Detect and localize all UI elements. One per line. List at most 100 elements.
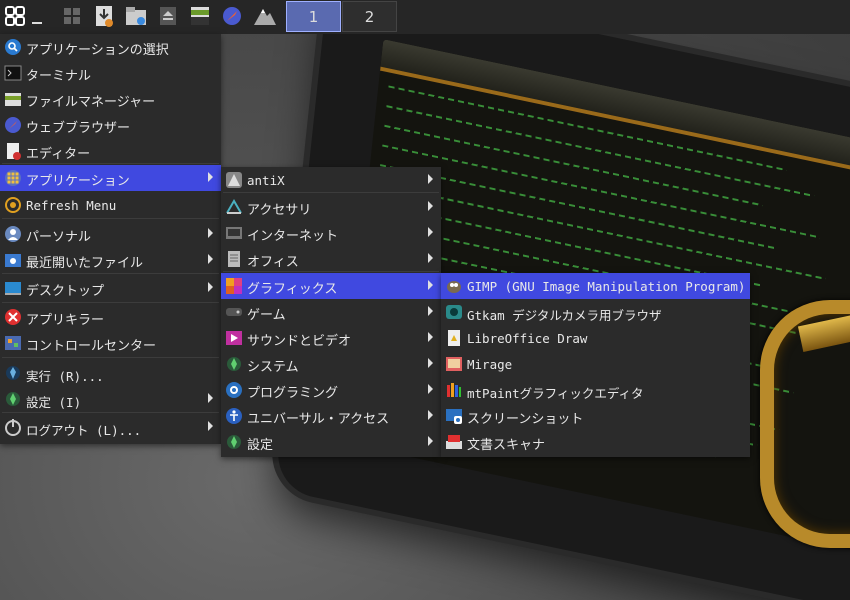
- desktop-1-button[interactable]: 1: [286, 1, 341, 32]
- logout-icon: [4, 418, 22, 436]
- desktop-icon: [4, 279, 22, 297]
- minimize-icon[interactable]: [30, 2, 44, 30]
- apps-menu-item-label: ゲーム: [247, 308, 286, 323]
- chevron-right-icon: [428, 280, 433, 290]
- app-killer-icon: [4, 308, 22, 326]
- chevron-right-icon: [208, 254, 213, 264]
- show-desktop-icon[interactable]: [60, 2, 84, 30]
- desktop-2-button[interactable]: 2: [342, 1, 397, 32]
- apps-menu-item-1[interactable]: antiX: [221, 167, 441, 193]
- main-menu-item-12[interactable]: コントロールセンター: [0, 330, 221, 356]
- apps-menu-item-label: グラフィックス: [247, 282, 338, 297]
- main-menu-item-9[interactable]: 最近開いたファイル: [0, 247, 221, 273]
- run-icon: [4, 364, 22, 382]
- chevron-right-icon: [428, 358, 433, 368]
- scanner-icon: [445, 433, 463, 451]
- menu-icon[interactable]: [2, 2, 28, 30]
- graphics-icon: [225, 277, 243, 295]
- main-menu-item-11[interactable]: アプリキラー: [0, 304, 221, 330]
- main-menu-item-13[interactable]: 実行 (R)...: [0, 360, 221, 386]
- apps-menu-item-label: オフィス: [247, 255, 299, 270]
- graphics-menu-item-label: mtPaintグラフィックエディタ: [467, 386, 644, 401]
- graphics-menu-item-label: LibreOffice Draw: [467, 331, 588, 346]
- menu-separator: [2, 163, 219, 164]
- refresh-icon: [4, 196, 22, 214]
- main-menu-item-label: 実行 (R)...: [26, 369, 104, 384]
- terminal-icon[interactable]: [188, 2, 212, 30]
- file-manager-icon[interactable]: [124, 2, 148, 30]
- menu-separator: [223, 192, 439, 193]
- image-viewer-icon: [445, 355, 463, 373]
- accessories-icon: [225, 198, 243, 216]
- settings-icon: [225, 433, 243, 451]
- apps-menu-item-10[interactable]: ユニバーサル・アクセス: [221, 403, 441, 429]
- menu-separator: [223, 271, 439, 272]
- chevron-right-icon: [428, 332, 433, 342]
- download-icon[interactable]: [92, 2, 116, 30]
- terminal-icon: [4, 64, 22, 82]
- main-menu-item-7[interactable]: Refresh Menu: [0, 192, 221, 218]
- apps-menu-item-2[interactable]: アクセサリ: [221, 194, 441, 220]
- apps-menu-item-9[interactable]: プログラミング: [221, 377, 441, 403]
- main-menu-item-label: ファイルマネージャー: [26, 95, 156, 110]
- apps-menu-item-label: システム: [247, 360, 299, 375]
- libreoffice-draw-icon: [445, 329, 463, 347]
- main-menu-item-label: 設定 (I): [26, 395, 82, 410]
- main-menu-item-label: ウェブブラウザー: [26, 121, 131, 136]
- apps-menu-item-6[interactable]: ゲーム: [221, 299, 441, 325]
- control-center-icon: [4, 334, 22, 352]
- apps-menu-item-label: antiX: [247, 173, 285, 188]
- graphics-menu-item-4[interactable]: Mirage: [441, 351, 750, 377]
- apps-menu-item-3[interactable]: インターネット: [221, 220, 441, 246]
- graphics-menu-item-2[interactable]: Gtkam デジタルカメラ用ブラウザ: [441, 299, 750, 325]
- applications-submenu: antiX アクセサリインターネットオフィスグラフィックス ゲームサウンドとビデオシ…: [221, 167, 441, 457]
- apps-menu-item-7[interactable]: サウンドとビデオ: [221, 325, 441, 351]
- apps-menu-item-label: ユニバーサル・アクセス: [247, 412, 390, 427]
- graphics-menu-item-1[interactable]: GIMP (GNU Image Manipulation Program): [441, 273, 750, 299]
- main-menu-item-1[interactable]: アプリケーションの選択: [0, 34, 221, 60]
- search-icon: [4, 38, 22, 56]
- accessibility-icon: [225, 407, 243, 425]
- main-menu-item-5[interactable]: エディター: [0, 138, 221, 164]
- main-menu-item-3[interactable]: ファイルマネージャー: [0, 86, 221, 112]
- main-menu-item-6[interactable]: アプリケーション: [0, 165, 221, 191]
- main-menu-item-label: デスクトップ: [26, 284, 105, 299]
- internet-icon: [225, 224, 243, 242]
- mountain-icon[interactable]: [252, 2, 278, 30]
- apps-menu-item-label: アクセサリ: [247, 203, 312, 218]
- apps-menu-item-8[interactable]: システム: [221, 351, 441, 377]
- personal-icon: [4, 225, 22, 243]
- taskbar: 1 2: [0, 0, 850, 34]
- apps-menu-item-4[interactable]: オフィス: [221, 246, 441, 272]
- apps-menu-item-label: 設定: [247, 438, 274, 453]
- graphics-menu-item-label: Mirage: [467, 357, 513, 372]
- file-manager-icon: [4, 90, 22, 108]
- graphics-menu-item-6[interactable]: スクリーンショット: [441, 403, 750, 429]
- games-icon: [225, 303, 243, 321]
- main-menu-item-8[interactable]: パーソナル: [0, 221, 221, 247]
- web-browser-icon: [4, 116, 22, 134]
- gimp-icon: [445, 277, 463, 295]
- graphics-menu-item-3[interactable]: LibreOffice Draw: [441, 325, 750, 351]
- main-menu-item-10[interactable]: デスクトップ: [0, 275, 221, 301]
- chevron-right-icon: [208, 172, 213, 182]
- chevron-right-icon: [428, 384, 433, 394]
- graphics-menu-item-7[interactable]: 文書スキャナ: [441, 429, 750, 455]
- main-menu-item-2[interactable]: ターミナル: [0, 60, 221, 86]
- apps-menu-item-5[interactable]: グラフィックス: [221, 273, 441, 299]
- main-menu-item-label: アプリケーションの選択: [26, 43, 169, 58]
- chevron-right-icon: [428, 174, 433, 184]
- chevron-right-icon: [208, 228, 213, 238]
- menu-separator: [2, 218, 219, 219]
- main-menu-item-15[interactable]: ログアウト (L)...: [0, 414, 221, 440]
- apps-menu-item-label: プログラミング: [247, 386, 339, 401]
- main-menu-item-4[interactable]: ウェブブラウザー: [0, 112, 221, 138]
- graphics-submenu: GIMP (GNU Image Manipulation Program) Gtk…: [441, 273, 750, 457]
- main-menu-item-label: アプリケーション: [26, 174, 130, 189]
- apps-menu-item-11[interactable]: 設定: [221, 429, 441, 455]
- graphics-menu-item-5[interactable]: mtPaintグラフィックエディタ: [441, 377, 750, 403]
- browser-icon[interactable]: [220, 2, 244, 30]
- eject-icon[interactable]: [156, 2, 180, 30]
- antix-icon: [225, 171, 243, 189]
- main-menu-item-14[interactable]: 設定 (I): [0, 386, 221, 412]
